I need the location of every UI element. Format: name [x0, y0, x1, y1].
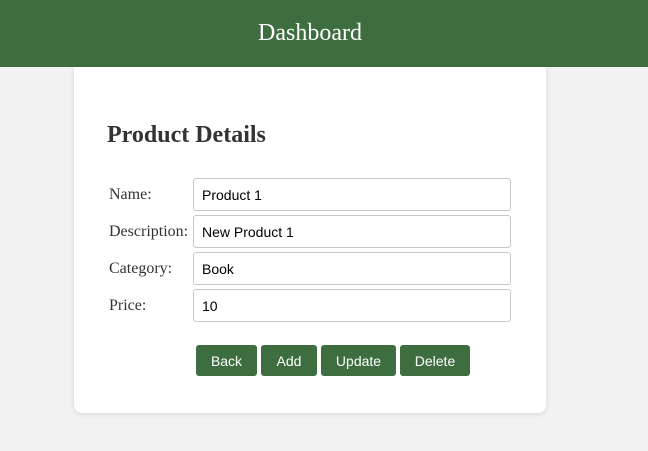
form-row-name: Name:	[109, 178, 513, 211]
header-title: Dashboard	[258, 20, 362, 46]
form-row-category: Category:	[109, 252, 513, 285]
category-label: Category:	[109, 260, 173, 277]
price-input[interactable]	[193, 289, 511, 322]
card-title: Product Details	[107, 122, 266, 148]
product-details-card: Product Details Name: Description: Categ…	[74, 67, 546, 413]
form-row-description: Description:	[109, 215, 513, 248]
price-label: Price:	[109, 297, 147, 314]
category-input[interactable]	[193, 252, 511, 285]
update-button[interactable]: Update	[321, 345, 396, 376]
description-label: Description:	[109, 223, 189, 240]
description-input[interactable]	[193, 215, 511, 248]
name-input[interactable]	[193, 178, 511, 211]
back-button[interactable]: Back	[196, 345, 257, 376]
add-button[interactable]: Add	[261, 345, 317, 376]
delete-button[interactable]: Delete	[400, 345, 470, 376]
app-header: Dashboard	[0, 0, 648, 67]
form-row-price: Price:	[109, 289, 513, 322]
name-label: Name:	[109, 186, 152, 203]
